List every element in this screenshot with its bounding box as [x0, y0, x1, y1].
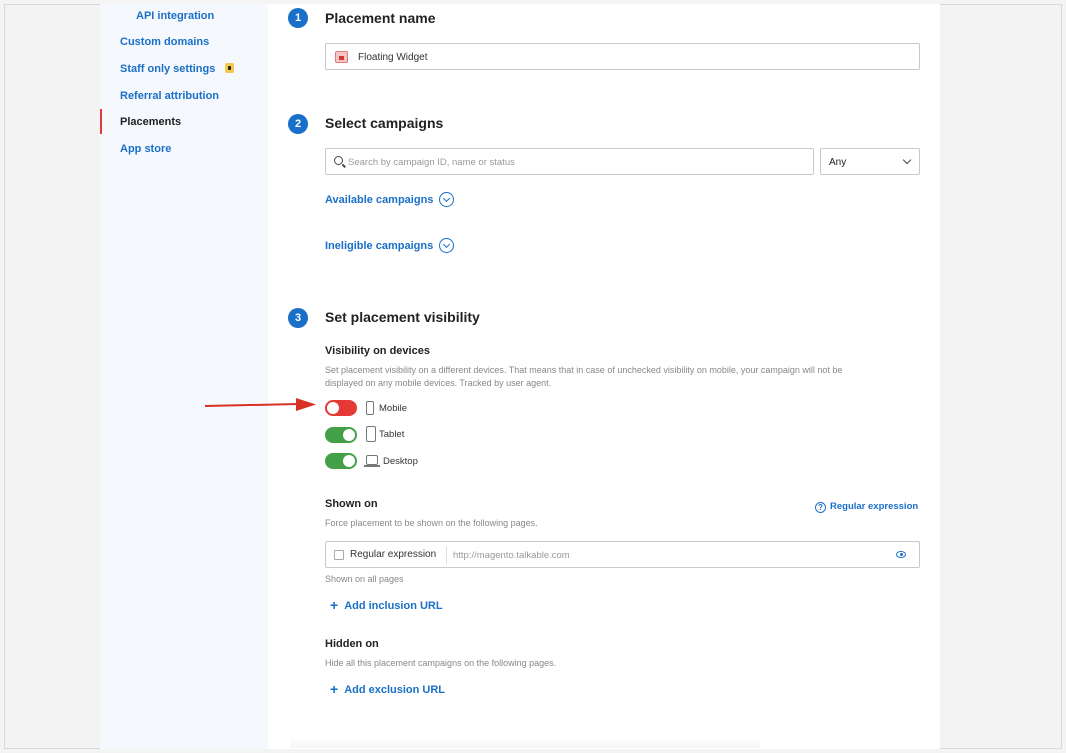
mobile-icon	[366, 401, 374, 415]
status-filter-value: Any	[829, 157, 847, 168]
laptop-icon	[366, 455, 378, 465]
ineligible-campaigns-label: Ineligible campaigns	[325, 240, 434, 252]
plus-icon: +	[330, 597, 339, 613]
mobile-visibility-toggle[interactable]	[325, 400, 357, 416]
status-filter-select[interactable]: Any	[820, 148, 920, 175]
devices-heading: Visibility on devices	[325, 345, 430, 357]
regex-help-label: Regular expression	[830, 501, 919, 512]
search-icon	[334, 156, 343, 165]
inclusion-url-input[interactable]	[453, 546, 873, 564]
devices-help-line-1: Set placement visibility on a different …	[325, 365, 843, 375]
toggle-knob	[327, 402, 339, 414]
step-number-3: 3	[288, 308, 308, 328]
available-campaigns-toggle[interactable]: Available campaigns	[325, 192, 455, 207]
sidebar-item-api-integration[interactable]: API integration	[136, 10, 214, 22]
hidden-on-help: Hide all this placement campaigns on the…	[325, 658, 557, 668]
desktop-visibility-toggle[interactable]	[325, 453, 357, 469]
available-campaigns-label: Available campaigns	[325, 194, 434, 206]
step-title-placement-name: Placement name	[325, 10, 436, 26]
placement-name-field[interactable]: Floating Widget	[325, 43, 920, 70]
annotation-arrow	[204, 398, 316, 411]
footer-fade	[290, 738, 760, 748]
add-inclusion-url-label: Add inclusion URL	[344, 600, 443, 612]
desktop-label: Desktop	[383, 456, 418, 467]
lock-icon	[225, 63, 235, 73]
tablet-visibility-toggle[interactable]	[325, 427, 357, 443]
chevron-down-icon	[902, 155, 912, 165]
sidebar-item-referral-attribution[interactable]: Referral attribution	[120, 90, 219, 102]
eye-icon[interactable]	[896, 551, 906, 558]
sidebar-item-custom-domains[interactable]: Custom domains	[120, 36, 209, 48]
campaign-search-box	[325, 148, 814, 175]
shown-on-help: Force placement to be shown on the follo…	[325, 518, 538, 528]
sidebar-item-staff-only-settings[interactable]: Staff only settings	[120, 63, 235, 75]
sidebar-item-app-store[interactable]: App store	[120, 143, 171, 155]
inclusion-url-row: Regular expression	[325, 541, 920, 568]
placement-name-value: Floating Widget	[358, 52, 428, 63]
step-number-2: 2	[288, 114, 308, 134]
laptop-base	[364, 465, 380, 467]
shown-on-note: Shown on all pages	[325, 574, 404, 584]
active-indicator	[100, 109, 102, 134]
tablet-label: Tablet	[379, 429, 405, 440]
add-inclusion-url-button[interactable]: + Add inclusion URL	[330, 597, 443, 613]
regex-help-link[interactable]: ? Regular expression	[815, 501, 918, 513]
sidebar-item-placements[interactable]: Placements	[120, 116, 181, 128]
regex-checkbox[interactable]	[334, 550, 344, 560]
devices-help-line-2: displayed on any mobile devices. Tracked…	[325, 378, 552, 388]
step-number-1: 1	[288, 8, 308, 28]
plus-icon: +	[330, 681, 339, 697]
campaign-search-input[interactable]	[348, 153, 788, 171]
chevron-down-icon	[439, 238, 455, 253]
help-icon: ?	[815, 502, 826, 513]
widget-icon	[335, 51, 348, 63]
hidden-on-heading: Hidden on	[325, 638, 379, 650]
ineligible-campaigns-toggle[interactable]: Ineligible campaigns	[325, 238, 455, 253]
step-title-select-campaigns: Select campaigns	[325, 115, 444, 131]
shown-on-heading: Shown on	[325, 498, 378, 510]
tablet-icon	[366, 426, 376, 442]
mobile-label: Mobile	[379, 403, 407, 414]
add-exclusion-url-label: Add exclusion URL	[344, 684, 446, 696]
add-exclusion-url-button[interactable]: + Add exclusion URL	[330, 681, 445, 697]
sidebar-item-label: Staff only settings	[120, 63, 216, 75]
toggle-knob	[343, 455, 355, 467]
regex-checkbox-label: Regular expression	[350, 549, 437, 560]
chevron-down-icon	[439, 192, 455, 207]
divider	[446, 546, 447, 564]
toggle-knob	[343, 429, 355, 441]
step-title-placement-visibility: Set placement visibility	[325, 309, 480, 325]
